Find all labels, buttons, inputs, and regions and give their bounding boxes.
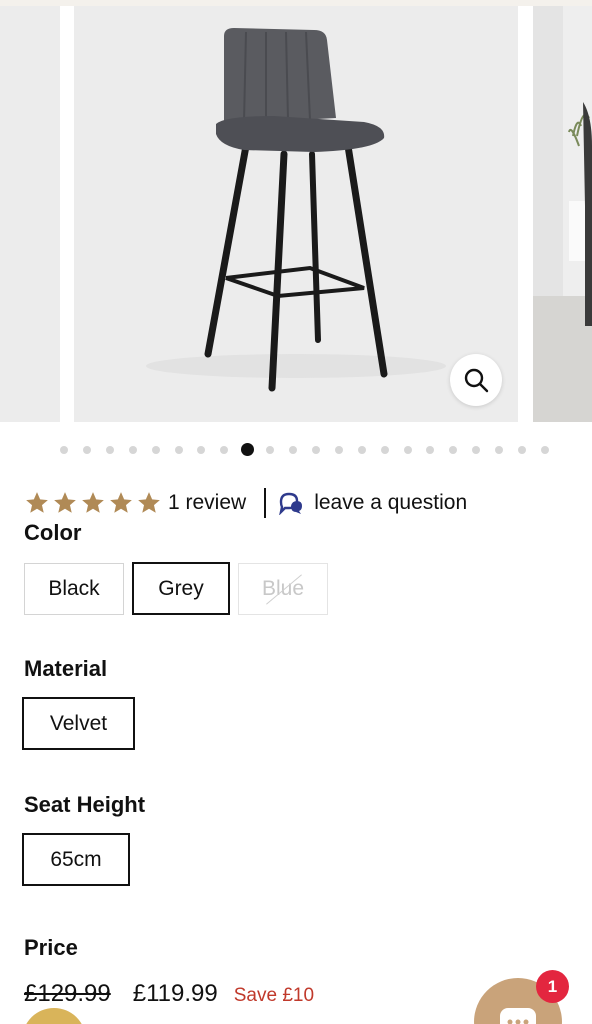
pagination-dot[interactable] <box>197 446 206 454</box>
price-label: Price <box>24 935 78 960</box>
review-count-link[interactable]: 1 review <box>168 491 246 515</box>
gallery-slide-current[interactable] <box>74 6 518 422</box>
current-price: £119.99 <box>132 980 218 1007</box>
star-rating <box>24 490 162 516</box>
pagination-dot[interactable] <box>82 446 91 454</box>
star-icon <box>26 492 48 513</box>
gallery-slide-previous[interactable] <box>0 6 60 422</box>
pagination-dot[interactable] <box>540 446 549 454</box>
pagination-dot[interactable] <box>449 446 458 454</box>
seat-height-option-65cm[interactable]: 65cm <box>22 833 130 886</box>
pagination-dot[interactable] <box>151 446 160 454</box>
chat-bubbles-icon <box>279 492 303 515</box>
seat-height-option-65cm-label: 65cm <box>50 847 102 871</box>
pagination-dot-active[interactable] <box>240 443 254 456</box>
pagination-dot[interactable] <box>518 446 526 454</box>
pagination-dot[interactable] <box>426 446 435 454</box>
material-option-velvet-label: Velvet <box>49 711 108 735</box>
pagination-dot[interactable] <box>220 446 229 454</box>
pagination-dot[interactable] <box>357 446 366 454</box>
color-option-grey[interactable]: Grey <box>132 562 230 615</box>
pagination-dot[interactable] <box>105 446 114 454</box>
color-option-black[interactable]: Black <box>24 563 124 615</box>
pagination-dot[interactable] <box>472 446 481 454</box>
material-option-velvet[interactable]: Velvet <box>22 697 135 750</box>
material-label: Material <box>24 656 108 681</box>
rating-row: 1 review leave a question <box>24 487 467 519</box>
star-icon <box>110 492 132 513</box>
color-option-blue[interactable]: Blue <box>238 563 328 615</box>
pagination-dot[interactable] <box>128 446 137 454</box>
gallery-slide-next[interactable] <box>533 6 592 422</box>
seat-height-label: Seat Height <box>24 792 146 817</box>
color-label: Color <box>24 520 82 545</box>
pagination-dot[interactable] <box>60 446 68 454</box>
rating-divider <box>264 488 267 518</box>
room-scene-image <box>533 6 592 422</box>
chat-notification-badge: 1 <box>536 970 569 1003</box>
pagination-dot[interactable] <box>311 446 320 454</box>
pagination-dot[interactable] <box>403 446 412 454</box>
star-icon <box>82 492 104 513</box>
pagination-dot[interactable] <box>174 446 183 454</box>
pagination-dot[interactable] <box>266 446 275 454</box>
star-icon <box>138 492 160 513</box>
leave-question-link[interactable]: leave a question <box>278 491 467 515</box>
bar-stool-image <box>146 28 446 392</box>
gallery-pagination <box>0 442 592 458</box>
price-row: £129.99 £119.99 Save £10 <box>24 980 314 1008</box>
color-option-grey-label: Grey <box>158 576 204 600</box>
trust-badge <box>22 1008 86 1024</box>
pagination-dot[interactable] <box>495 446 504 454</box>
star-icon <box>54 492 76 513</box>
color-option-black-label: Black <box>48 577 100 600</box>
original-price: £129.99 <box>24 980 111 1007</box>
product-gallery[interactable] <box>0 6 592 422</box>
savings-text: Save £10 <box>233 985 315 1006</box>
leave-question-text: leave a question <box>314 491 468 514</box>
pagination-dot[interactable] <box>380 446 389 454</box>
zoom-button[interactable] <box>450 354 502 406</box>
magnifier-icon <box>464 368 489 393</box>
pagination-dot[interactable] <box>334 446 343 454</box>
pagination-dot[interactable] <box>289 446 297 454</box>
